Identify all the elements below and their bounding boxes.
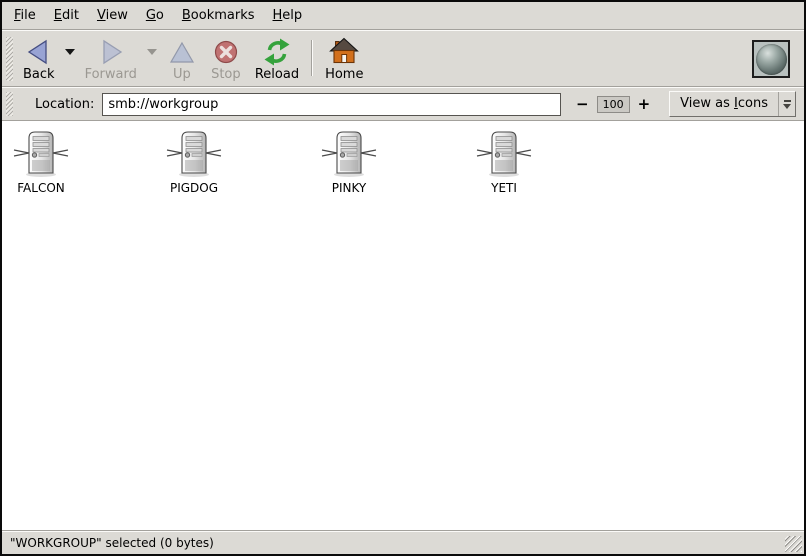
server-item-label: PINKY xyxy=(332,181,367,195)
file-manager-window: File Edit View Go Bookmarks Help Back Fo… xyxy=(0,0,806,556)
forward-icon xyxy=(96,37,126,67)
toolbar-separator xyxy=(311,40,313,76)
zoom-level-indicator: 100 xyxy=(597,96,630,113)
status-bar: "WORKGROUP" selected (0 bytes) xyxy=(2,530,804,554)
location-bar: Location: − 100 + View as Icons xyxy=(2,88,804,120)
throbber xyxy=(752,40,790,78)
home-icon xyxy=(329,37,359,67)
menu-help[interactable]: Help xyxy=(264,3,312,28)
stop-button[interactable]: Stop xyxy=(204,34,248,84)
server-item-label: FALCON xyxy=(17,181,65,195)
home-button[interactable]: Home xyxy=(318,34,370,84)
server-icon xyxy=(166,130,222,178)
status-text: "WORKGROUP" selected (0 bytes) xyxy=(10,536,214,550)
menu-bookmarks[interactable]: Bookmarks xyxy=(173,3,264,28)
menu-go[interactable]: Go xyxy=(137,3,173,28)
toolbar-drag-handle[interactable] xyxy=(6,37,13,81)
resize-grip[interactable] xyxy=(785,536,802,552)
forward-history-dropdown[interactable] xyxy=(144,34,160,84)
location-input[interactable] xyxy=(102,93,561,116)
chevron-down-icon xyxy=(65,49,75,55)
back-icon xyxy=(24,37,54,67)
zoom-out-button[interactable]: − xyxy=(571,95,594,113)
server-item-label: YETI xyxy=(491,181,517,195)
globe-throbber-icon xyxy=(756,44,787,75)
server-icon xyxy=(13,130,69,178)
menu-edit[interactable]: Edit xyxy=(45,3,88,28)
view-as-dropdown[interactable]: View as Icons xyxy=(669,91,796,117)
server-item-yeti[interactable]: YETI xyxy=(424,130,584,195)
server-icon xyxy=(321,130,377,178)
icon-view: FALCON PIGDOG PINKY YETI xyxy=(2,120,804,530)
up-icon xyxy=(167,37,197,67)
forward-button[interactable]: Forward xyxy=(78,34,144,84)
server-icon xyxy=(476,130,532,178)
locationbar-drag-handle[interactable] xyxy=(6,92,13,116)
menu-bar: File Edit View Go Bookmarks Help xyxy=(2,2,804,29)
menu-file[interactable]: File xyxy=(5,3,45,28)
stop-icon xyxy=(211,37,241,67)
toolbar: Back Forward Up Stop xyxy=(2,31,804,86)
back-button[interactable]: Back xyxy=(16,34,62,84)
server-item-pinky[interactable]: PINKY xyxy=(269,130,429,195)
reload-icon xyxy=(262,37,292,67)
server-item-falcon[interactable]: FALCON xyxy=(0,130,121,195)
menu-view[interactable]: View xyxy=(88,3,137,28)
dropdown-arrow-icon xyxy=(778,92,795,116)
server-item-label: PIGDOG xyxy=(170,181,218,195)
chevron-down-icon xyxy=(147,49,157,55)
location-label: Location: xyxy=(35,97,94,112)
up-button[interactable]: Up xyxy=(160,34,204,84)
reload-button[interactable]: Reload xyxy=(248,34,306,84)
zoom-in-button[interactable]: + xyxy=(633,95,656,113)
server-item-pigdog[interactable]: PIGDOG xyxy=(114,130,274,195)
back-history-dropdown[interactable] xyxy=(62,34,78,84)
